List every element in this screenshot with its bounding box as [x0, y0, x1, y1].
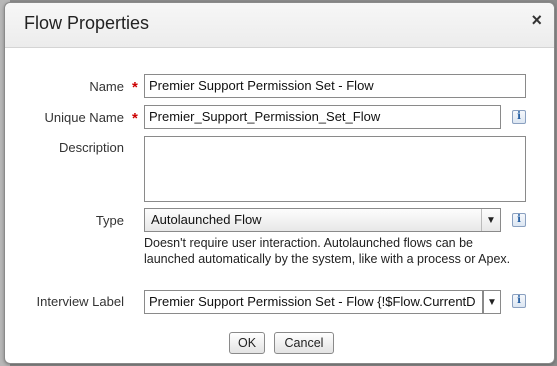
- chevron-down-icon: ▼: [487, 296, 497, 308]
- type-info-icon[interactable]: i: [512, 213, 526, 227]
- unique-name-required-marker: *: [132, 110, 138, 127]
- name-required-marker: *: [132, 79, 138, 96]
- cancel-button[interactable]: Cancel: [274, 332, 334, 354]
- dialog-header: Flow Properties ×: [5, 3, 554, 48]
- interview-label-label: Interview Label: [36, 294, 124, 309]
- interview-label-info-icon[interactable]: i: [512, 294, 526, 308]
- unique-name-info-icon[interactable]: i: [512, 110, 526, 124]
- interview-label-dropdown-button[interactable]: ▼: [483, 290, 501, 314]
- type-select[interactable]: Autolaunched Flow ▼: [144, 208, 501, 232]
- description-field[interactable]: [144, 136, 526, 202]
- close-icon[interactable]: ×: [531, 11, 542, 29]
- type-select-value: Autolaunched Flow: [151, 212, 262, 227]
- flow-properties-dialog: Flow Properties × Name * Premier Support…: [4, 2, 555, 364]
- dialog-title: Flow Properties: [24, 13, 150, 33]
- type-label: Type: [95, 213, 124, 228]
- description-label: Description: [58, 140, 124, 155]
- unique-name-field[interactable]: Premier_Support_Permission_Set_Flow: [144, 105, 501, 129]
- ok-button[interactable]: OK: [229, 332, 265, 354]
- chevron-down-icon: ▼: [481, 209, 500, 231]
- name-label: Name: [89, 79, 124, 94]
- interview-label-field[interactable]: Premier Support Permission Set - Flow {!…: [144, 290, 483, 314]
- type-help-text: Doesn't require user interaction. Autola…: [144, 236, 511, 266]
- unique-name-label: Unique Name: [44, 110, 125, 125]
- name-field[interactable]: Premier Support Permission Set - Flow: [144, 74, 526, 98]
